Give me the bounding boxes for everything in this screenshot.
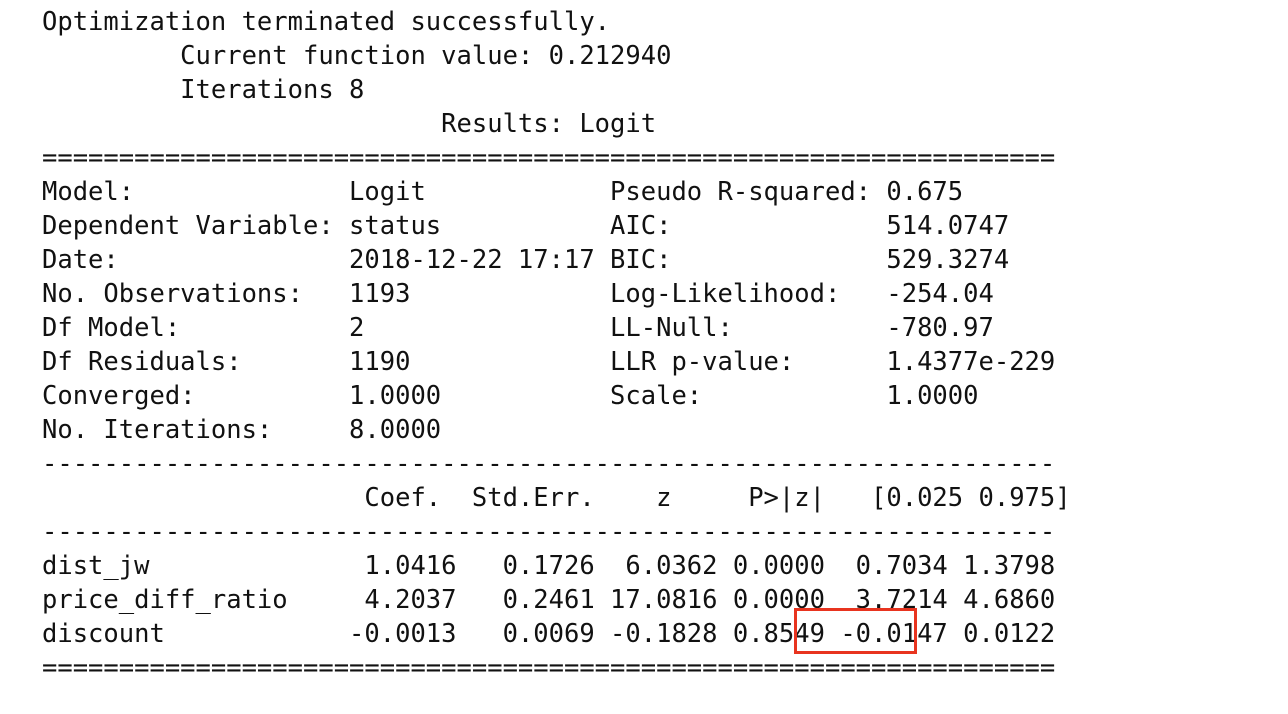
info-row-df-residuals: Df Residuals: 1190 LLR p-value: 1.4377e-… <box>42 347 1056 377</box>
single-rule-top: ----------------------------------------… <box>42 449 1056 479</box>
info-row-date: Date: 2018-12-22 17:17 BIC: 529.3274 <box>42 245 1010 275</box>
double-rule-bottom: ========================================… <box>42 653 1056 683</box>
coef-table-header: Coef. Std.Err. z P>|z| [0.025 0.975] <box>42 483 1071 513</box>
coef-row-price-diff-ratio: price_diff_ratio 4.2037 0.2461 17.0816 0… <box>42 585 1056 615</box>
regression-output: Optimization terminated successfully. Cu… <box>42 5 1071 685</box>
info-row-model: Model: Logit Pseudo R-squared: 0.675 <box>42 177 964 207</box>
function-value-line: Current function value: 0.212940 <box>42 41 672 71</box>
optimization-status-line: Optimization terminated successfully. <box>42 7 611 37</box>
info-row-observations: No. Observations: 1193 Log-Likelihood: -… <box>42 279 994 309</box>
results-title: Results: Logit <box>42 109 657 139</box>
double-rule-top: ========================================… <box>42 143 1056 173</box>
info-row-df-model: Df Model: 2 LL-Null: -780.97 <box>42 313 994 343</box>
info-row-dependent-variable: Dependent Variable: status AIC: 514.0747 <box>42 211 1010 241</box>
coef-row-discount: discount -0.0013 0.0069 -0.1828 0.8549 -… <box>42 619 1056 649</box>
single-rule-middle: ----------------------------------------… <box>42 517 1056 547</box>
info-row-iterations: No. Iterations: 8.0000 <box>42 415 442 445</box>
coef-row-dist-jw: dist_jw 1.0416 0.1726 6.0362 0.0000 0.70… <box>42 551 1056 581</box>
iterations-line: Iterations 8 <box>42 75 365 105</box>
info-row-converged: Converged: 1.0000 Scale: 1.0000 <box>42 381 979 411</box>
